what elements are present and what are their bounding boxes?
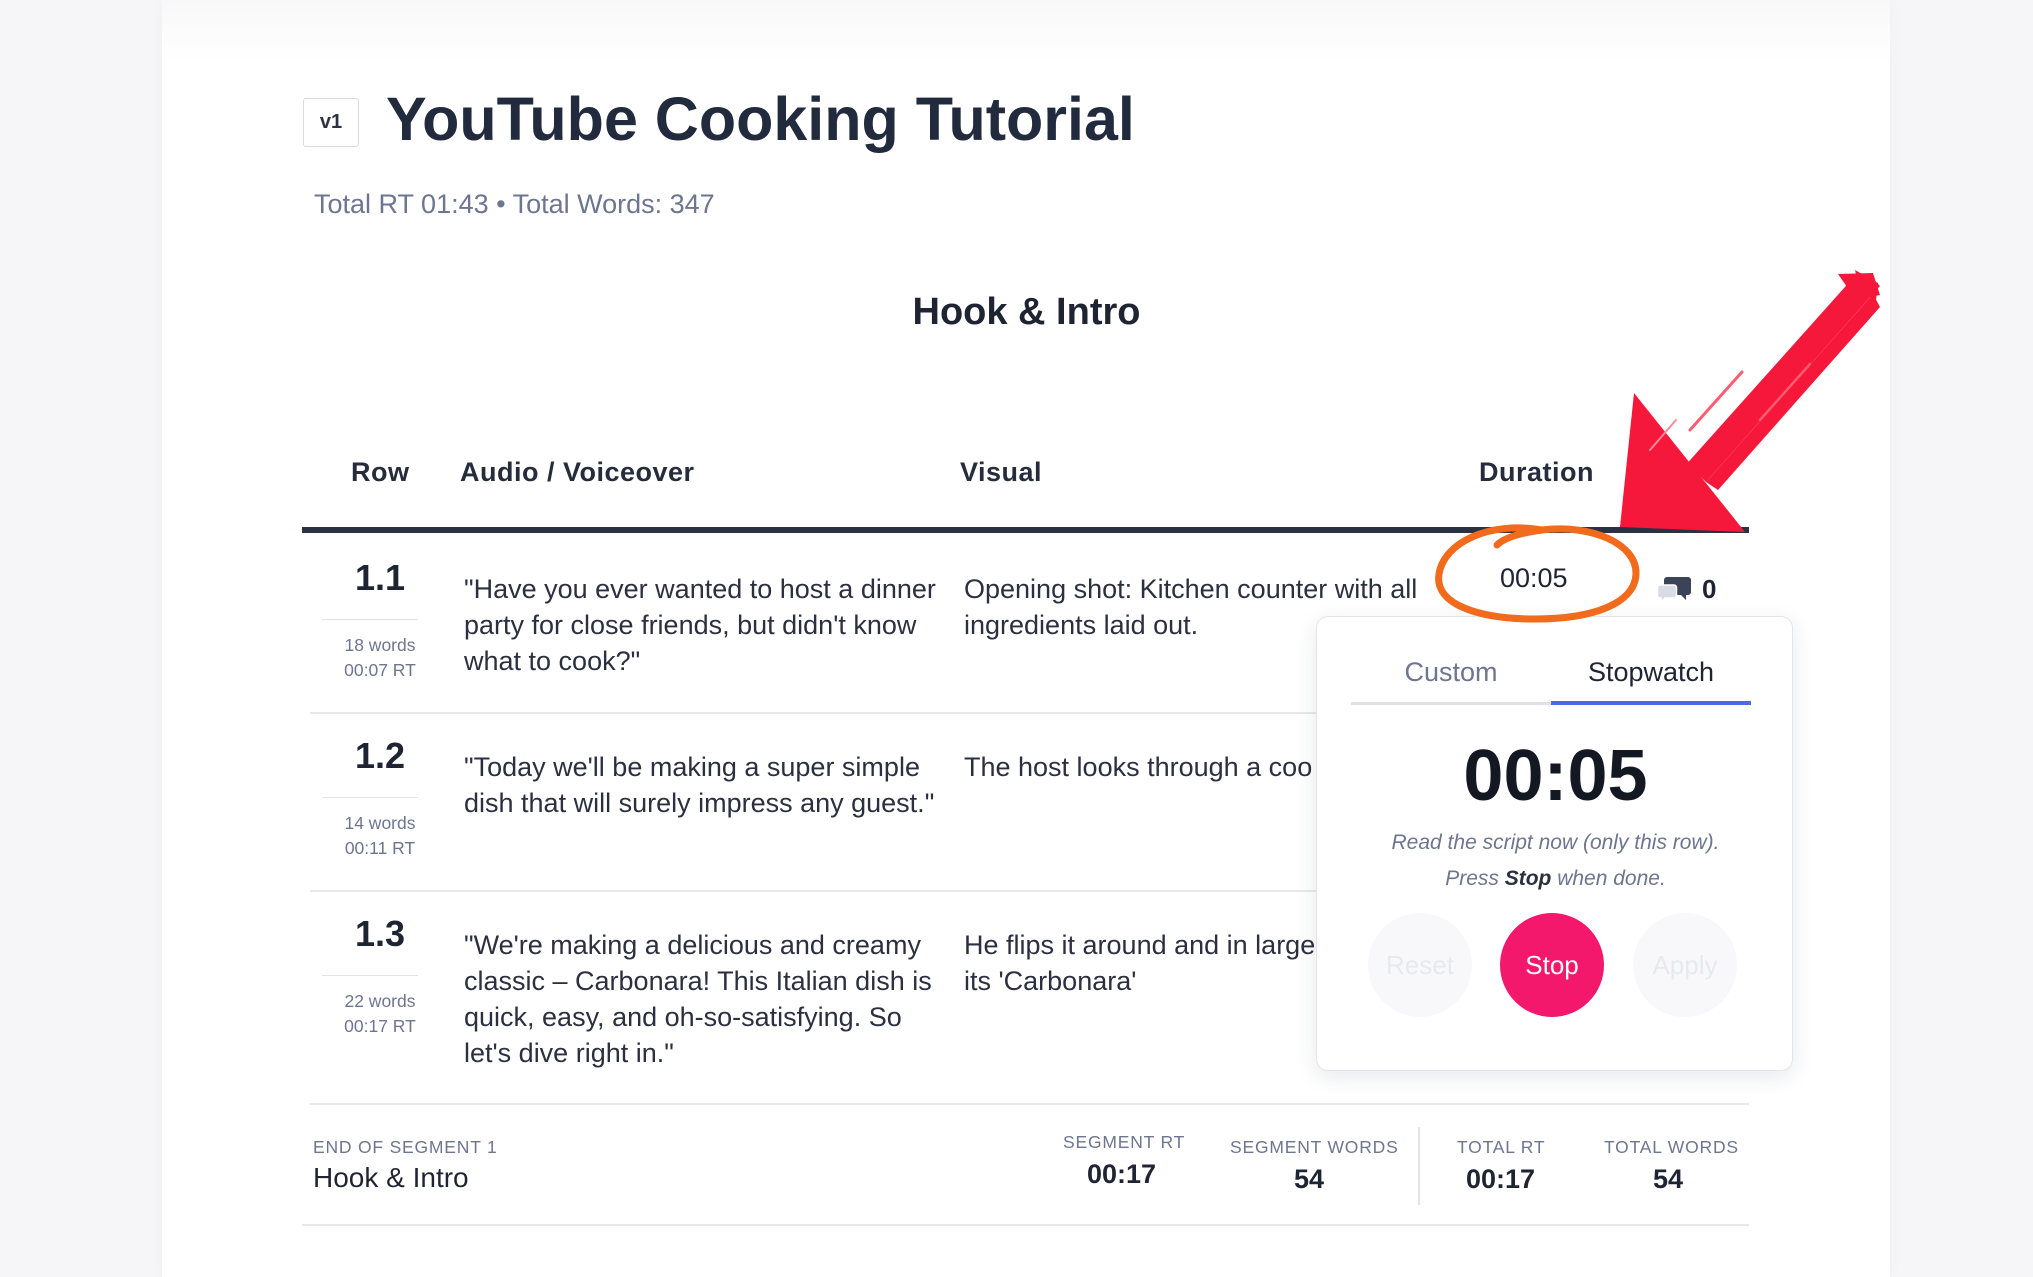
row-meta-divider xyxy=(322,619,418,620)
stopwatch-time: 00:05 xyxy=(1463,736,1648,816)
reset-button[interactable]: Reset xyxy=(1368,913,1472,1017)
script-title[interactable]: YouTube Cooking Tutorial xyxy=(386,84,1135,154)
comment-count[interactable]: 0 xyxy=(1702,574,1716,605)
row-number: 1.1 xyxy=(354,557,406,598)
duration-value[interactable]: 00:05 xyxy=(1500,563,1568,594)
stopwatch-hint: Read the script now (only this row). xyxy=(1391,831,1720,854)
instruction-emphasis: Stop xyxy=(1504,867,1552,890)
instruction-text: when done. xyxy=(1551,867,1666,890)
row-divider xyxy=(310,1103,1749,1105)
row-number: 1.3 xyxy=(354,913,406,954)
top-bar xyxy=(162,0,1890,64)
audio-cell[interactable]: "We're making a delicious and creamy cla… xyxy=(464,927,944,1071)
script-summary: Total RT 01:43 • Total Words: 347 xyxy=(314,189,715,219)
instruction-text: Press xyxy=(1445,867,1505,890)
row-running-time: 00:07 RT xyxy=(344,660,416,680)
row-meta: 14 words 00:11 RT xyxy=(320,811,440,861)
row-running-time: 00:17 RT xyxy=(344,1016,416,1036)
row-word-count: 18 words xyxy=(344,635,416,655)
audio-cell[interactable]: "Today we'll be making a super simple di… xyxy=(464,749,944,821)
footer-bottom-divider xyxy=(302,1224,1749,1226)
total-rt-label: TOTAL RT xyxy=(1457,1137,1546,1157)
column-header-visual: Visual xyxy=(960,457,1043,487)
footer-divider xyxy=(1418,1127,1420,1205)
visual-line: Opening shot: Kitchen counter with all xyxy=(964,574,1418,604)
audio-cell[interactable]: "Have you ever wanted to host a dinner p… xyxy=(464,571,944,679)
row-meta-divider xyxy=(322,975,418,976)
visual-line: The host looks through a coo xyxy=(964,752,1313,782)
apply-button[interactable]: Apply xyxy=(1633,913,1737,1017)
segment-words-label: SEGMENT WORDS xyxy=(1230,1137,1399,1157)
column-header-row: Row xyxy=(351,457,410,487)
version-badge[interactable]: v1 xyxy=(303,98,359,147)
row-number: 1.2 xyxy=(354,735,406,776)
visual-line: He flips it around and in large xyxy=(964,930,1316,960)
row-word-count: 22 words xyxy=(344,991,416,1011)
row-meta: 22 words 00:17 RT xyxy=(320,989,440,1039)
total-rt-value: 00:17 xyxy=(1466,1164,1536,1194)
tab-active-indicator xyxy=(1551,701,1751,705)
visual-cell[interactable]: The host looks through a coo xyxy=(964,749,1316,785)
row-meta: 18 words 00:07 RT xyxy=(320,633,440,683)
tab-stopwatch[interactable]: Stopwatch xyxy=(1551,657,1751,688)
row-word-count: 14 words xyxy=(344,813,416,833)
segment-title[interactable]: Hook & Intro xyxy=(0,291,2033,334)
timer-popover: Custom Stopwatch 00:05 Read the script n… xyxy=(1316,616,1793,1071)
column-header-duration: Duration xyxy=(1479,457,1594,487)
end-of-segment-label: END OF SEGMENT 1 xyxy=(313,1137,498,1157)
footer-segment-name: Hook & Intro xyxy=(313,1162,469,1193)
segment-rt-label: SEGMENT RT xyxy=(1063,1132,1186,1152)
tab-custom[interactable]: Custom xyxy=(1351,657,1551,688)
comment-icon[interactable] xyxy=(1658,575,1692,603)
segment-words-value: 54 xyxy=(1294,1164,1325,1194)
row-running-time: 00:11 RT xyxy=(344,838,416,858)
total-words-label: TOTAL WORDS xyxy=(1604,1137,1739,1157)
row-meta-divider xyxy=(322,797,418,798)
column-header-audio: Audio / Voiceover xyxy=(460,457,695,487)
stop-button[interactable]: Stop xyxy=(1500,913,1604,1017)
total-words-value: 54 xyxy=(1653,1164,1684,1194)
visual-cell[interactable]: He flips it around and in large its 'Car… xyxy=(964,927,1316,999)
stopwatch-instruction: Press Stop when done. xyxy=(1317,867,1794,891)
visual-line: its 'Carbonara' xyxy=(964,966,1137,996)
header-divider xyxy=(302,527,1749,533)
segment-rt-value: 00:17 xyxy=(1087,1159,1157,1189)
